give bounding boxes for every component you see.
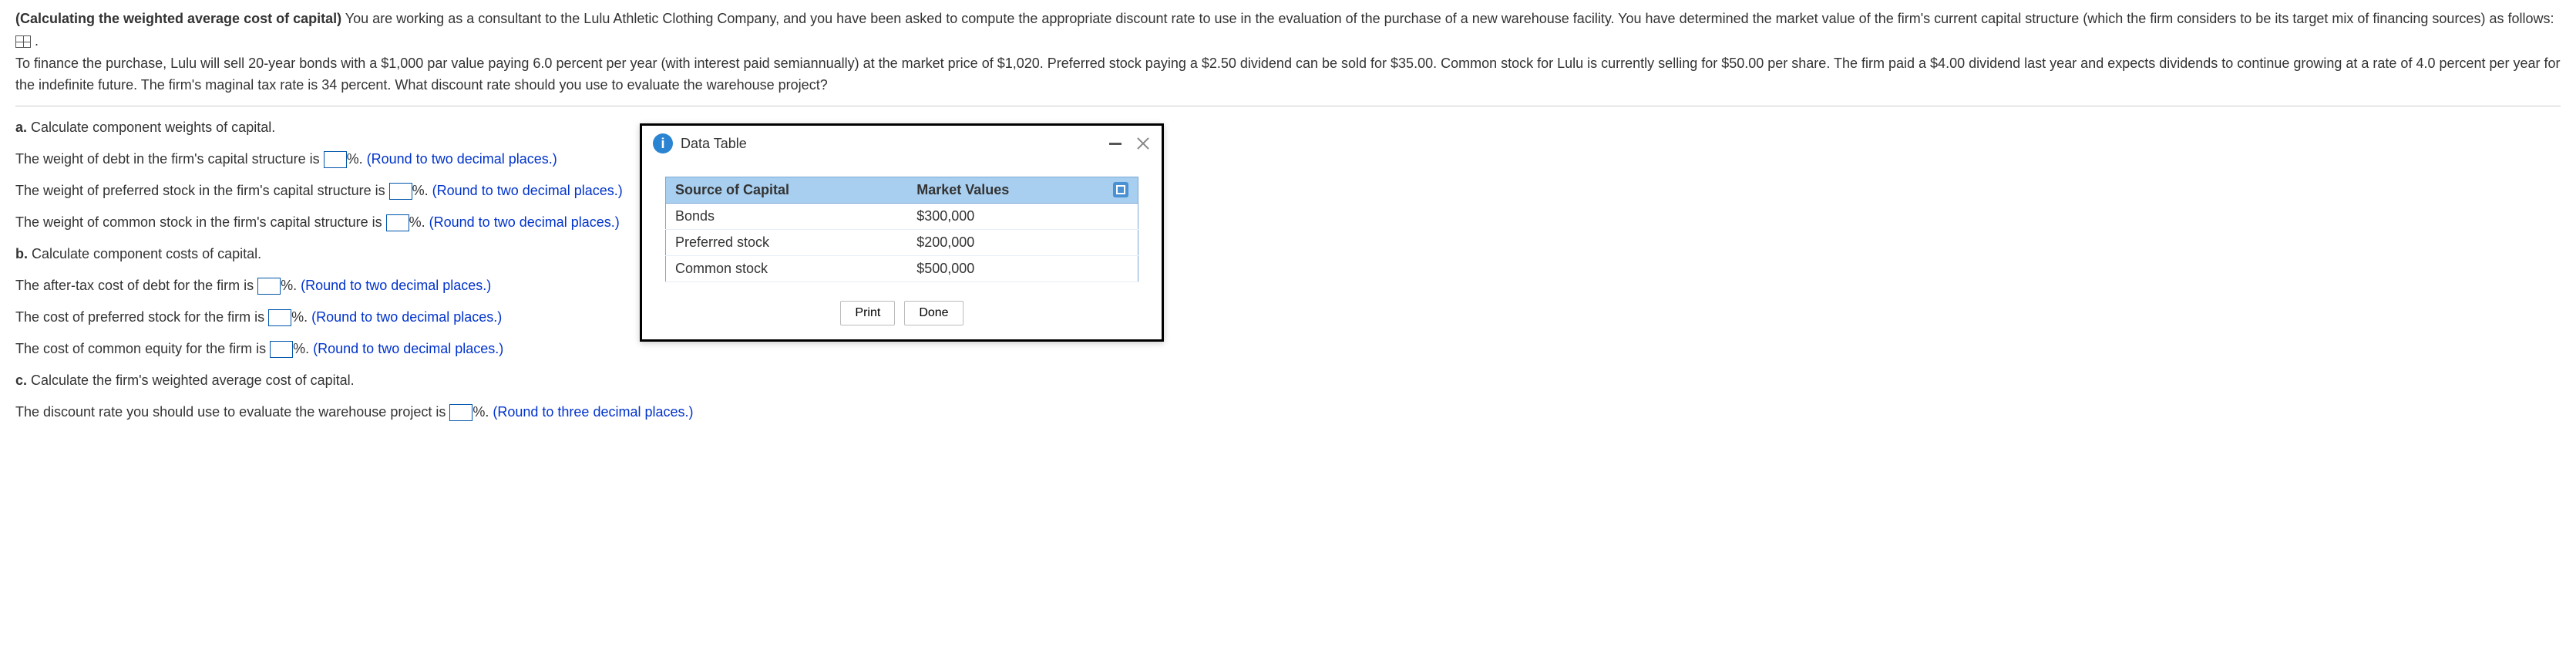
hint-a2: (Round to two decimal places.) (432, 183, 623, 198)
q-a2-pre: The weight of preferred stock in the fir… (15, 183, 389, 198)
pct-b1: %. (281, 278, 301, 293)
cell-value: $300,000 (907, 204, 1138, 230)
hint-b2: (Round to two decimal places.) (311, 309, 502, 325)
cell-source: Bonds (666, 204, 908, 230)
hint-a1: (Round to two decimal places.) (367, 151, 557, 167)
q-b3-pre: The cost of common equity for the firm i… (15, 341, 270, 356)
hint-a3: (Round to two decimal places.) (429, 214, 620, 230)
info-icon: i (653, 133, 673, 153)
minimize-icon[interactable] (1109, 143, 1122, 145)
q-a1-pre: The weight of debt in the firm's capital… (15, 151, 324, 167)
hint-b1: (Round to two decimal places.) (301, 278, 491, 293)
cell-value: $200,000 (907, 230, 1138, 256)
problem-statement: (Calculating the weighted average cost o… (15, 8, 2561, 96)
hint-c1: (Round to three decimal places.) (493, 404, 693, 420)
part-b: b. Calculate component costs of capital.… (15, 244, 2561, 359)
part-a: a. Calculate component weights of capita… (15, 117, 2561, 233)
close-icon[interactable] (1135, 136, 1151, 151)
cell-value: $500,000 (907, 256, 1138, 282)
q-b1-pre: The after-tax cost of debt for the firm … (15, 278, 257, 293)
cost-preferred-input[interactable] (268, 309, 291, 326)
table-row: Bonds $300,000 (666, 204, 1138, 230)
pct-b2: %. (291, 309, 311, 325)
cost-common-input[interactable] (270, 341, 293, 358)
done-button[interactable]: Done (904, 301, 963, 325)
q-c1-pre: The discount rate you should use to eval… (15, 404, 449, 420)
weight-preferred-input[interactable] (389, 183, 412, 200)
capital-structure-table: Source of Capital Market Values Bonds $3… (665, 177, 1138, 282)
col-value: Market Values (907, 177, 1138, 204)
part-b-title: Calculate component costs of capital. (32, 246, 261, 261)
cell-source: Preferred stock (666, 230, 908, 256)
hint-b3: (Round to two decimal places.) (313, 341, 503, 356)
pct-a2: %. (412, 183, 432, 198)
pct-c1: %. (472, 404, 493, 420)
q-a3-pre: The weight of common stock in the firm's… (15, 214, 386, 230)
part-b-label: b. (15, 246, 28, 261)
problem-text-2: To finance the purchase, Lulu will sell … (15, 52, 2561, 97)
weight-common-input[interactable] (386, 214, 409, 231)
part-c-title: Calculate the firm's weighted average co… (31, 373, 355, 388)
data-table-icon[interactable] (15, 35, 31, 48)
popup-title: Data Table (681, 136, 747, 152)
part-c-label: c. (15, 373, 27, 388)
cost-debt-input[interactable] (257, 278, 281, 295)
part-a-label: a. (15, 120, 27, 135)
popup-header: i Data Table (642, 126, 1162, 161)
pct-a1: %. (347, 151, 367, 167)
col-source: Source of Capital (666, 177, 908, 204)
q-b2-pre: The cost of preferred stock for the firm… (15, 309, 268, 325)
pct-b3: %. (293, 341, 313, 356)
problem-title: (Calculating the weighted average cost o… (15, 11, 341, 26)
problem-text-1a: You are working as a consultant to the L… (341, 11, 2554, 26)
data-table-popup: i Data Table Source of Capital Market Va… (640, 123, 1164, 342)
problem-text-1b: . (31, 33, 39, 49)
pct-a3: %. (409, 214, 429, 230)
weight-debt-input[interactable] (324, 151, 347, 168)
wacc-input[interactable] (449, 404, 472, 421)
cell-source: Common stock (666, 256, 908, 282)
part-c: c. Calculate the firm's weighted average… (15, 370, 2561, 423)
print-button[interactable]: Print (840, 301, 895, 325)
part-a-title: Calculate component weights of capital. (31, 120, 275, 135)
table-row: Preferred stock $200,000 (666, 230, 1138, 256)
table-row: Common stock $500,000 (666, 256, 1138, 282)
copy-icon[interactable] (1113, 182, 1128, 197)
